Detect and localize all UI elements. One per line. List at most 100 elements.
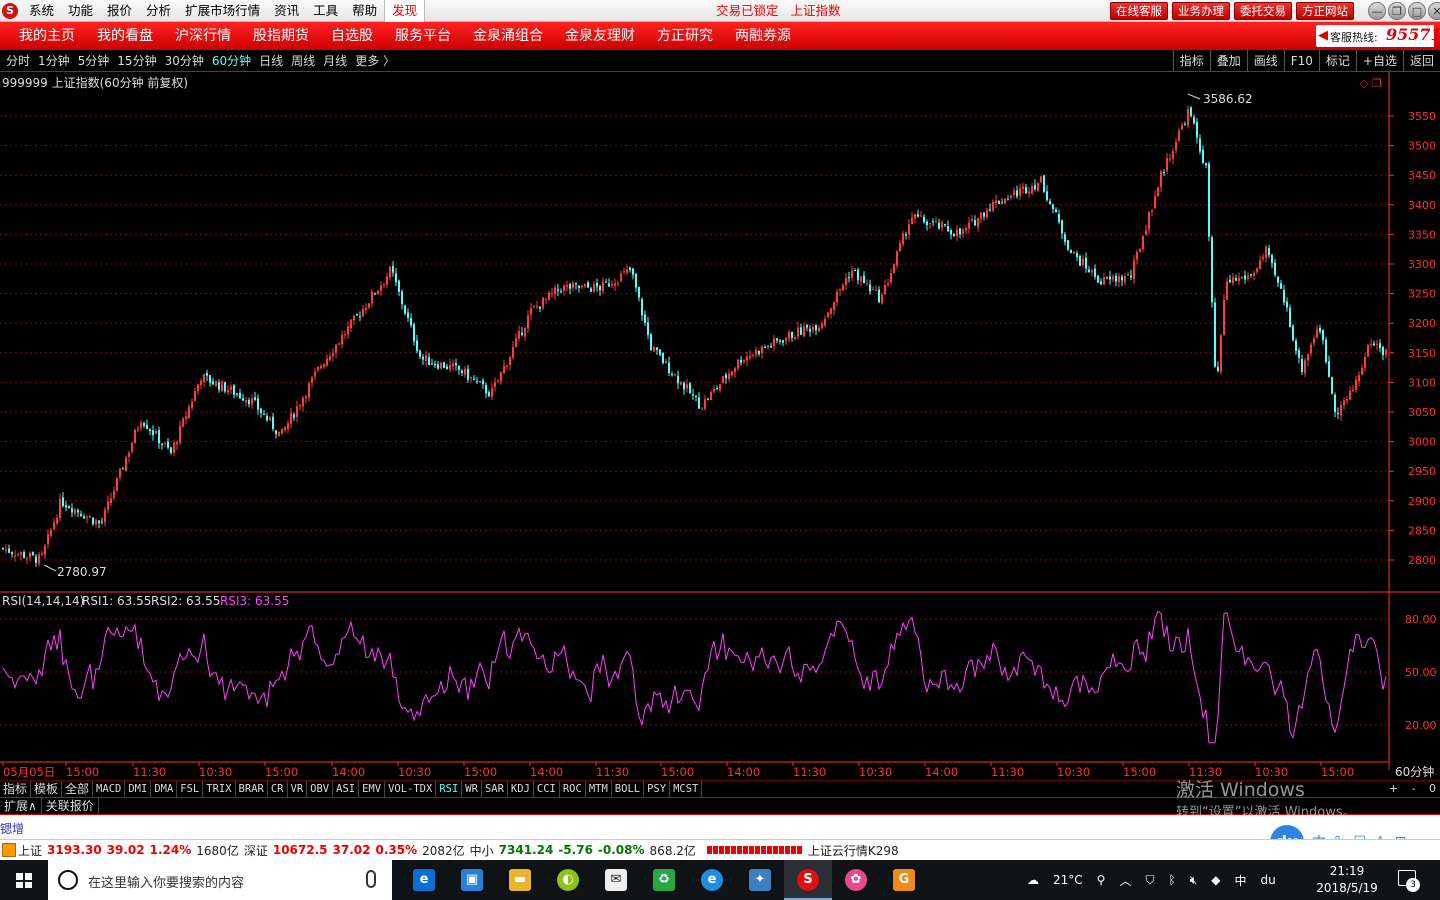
- trade-lock-status[interactable]: 交易已锁定: [716, 3, 779, 18]
- nav-sh-sz-quotes[interactable]: 沪深行情: [164, 22, 242, 50]
- baidu-tray-icon[interactable]: du: [1261, 873, 1276, 887]
- nav-my-home[interactable]: 我的主页: [8, 22, 86, 50]
- menu-analysis[interactable]: 分析: [139, 0, 178, 22]
- period-monthly[interactable]: 月线: [319, 50, 351, 72]
- tool-back[interactable]: 返回: [1402, 50, 1440, 72]
- taskbar-app-store[interactable]: ▣: [448, 860, 496, 900]
- period-15min[interactable]: 15分钟: [113, 50, 160, 72]
- ind-tab-psy[interactable]: PSY: [644, 781, 671, 797]
- ind-tab-mcst[interactable]: MCST: [670, 781, 703, 797]
- ind-tab-asi[interactable]: ASI: [333, 781, 360, 797]
- ind-tab-cci[interactable]: CCI: [534, 781, 560, 797]
- maximize-button[interactable]: □: [1408, 2, 1426, 20]
- restore-button[interactable]: ❐: [1388, 2, 1406, 20]
- menu-quote[interactable]: 报价: [100, 0, 139, 22]
- ind-tab-trix[interactable]: TRIX: [203, 781, 236, 797]
- period-more[interactable]: 更多 〉: [351, 50, 399, 72]
- period-timeshare[interactable]: 分时: [2, 50, 34, 72]
- zoom-reset-button[interactable]: 0: [1429, 782, 1436, 795]
- trade-button[interactable]: 委托交易: [1234, 2, 1292, 20]
- network-icon[interactable]: ◆: [1211, 873, 1220, 887]
- bluetooth-icon[interactable]: ᛒ: [1168, 873, 1175, 887]
- nav-finance[interactable]: 金泉友理财: [554, 22, 646, 50]
- menu-help[interactable]: 帮助: [345, 0, 384, 22]
- microphone-icon[interactable]: [366, 870, 376, 888]
- ind-tab-indicator[interactable]: 指标: [0, 781, 32, 797]
- kline-chart[interactable]: 2800 2850 2900 2950 3000 3050 3100 3150 3200 3250…: [0, 72, 1440, 782]
- taskbar-app-360[interactable]: ◐: [544, 860, 592, 900]
- zoom-in-button[interactable]: +: [1389, 782, 1398, 795]
- tool-mark[interactable]: 标记: [1318, 50, 1356, 72]
- taskbar-app-founder[interactable]: S: [784, 860, 832, 900]
- tool-f10[interactable]: F10: [1283, 50, 1319, 72]
- ind-tab-kdj[interactable]: KDJ: [508, 781, 534, 797]
- ind-tab-roc[interactable]: ROC: [560, 781, 586, 797]
- taskbar-app-edge[interactable]: e: [400, 860, 448, 900]
- menu-discover[interactable]: 发现: [384, 0, 426, 22]
- nav-research[interactable]: 方正研究: [646, 22, 724, 50]
- taskbar-search-box[interactable]: 在这里输入你要搜索的内容: [48, 860, 392, 900]
- taskbar-clock[interactable]: 21:19 2018/5/19: [1312, 863, 1382, 897]
- tool-draw-line[interactable]: 画线: [1246, 50, 1284, 72]
- menu-tools[interactable]: 工具: [306, 0, 345, 22]
- nav-margin-source[interactable]: 两融券源: [724, 22, 802, 50]
- ind-tab-dma[interactable]: DMA: [151, 781, 178, 797]
- taskbar-app-network[interactable]: ✦: [736, 860, 784, 900]
- tool-overlay[interactable]: 叠加: [1209, 50, 1247, 72]
- taskbar-app-ie[interactable]: e: [688, 860, 736, 900]
- nav-index-futures[interactable]: 股指期货: [242, 22, 320, 50]
- taskbar-app-pdf[interactable]: G: [880, 860, 928, 900]
- ime-language-indicator[interactable]: 中: [1234, 872, 1246, 889]
- ind-tab-brar[interactable]: BRAR: [236, 781, 268, 797]
- volume-muted-icon[interactable]: 🔇︎: [1190, 873, 1198, 888]
- ext-tab-related-quotes[interactable]: 关联报价: [42, 798, 99, 814]
- shield-icon[interactable]: ⛉: [1145, 873, 1154, 888]
- ind-tab-mtm[interactable]: MTM: [586, 781, 612, 797]
- ind-tab-obv[interactable]: OBV: [307, 781, 334, 797]
- ind-tab-fsl[interactable]: FSL: [177, 781, 204, 797]
- zoom-out-button[interactable]: -: [1412, 782, 1416, 795]
- period-60min[interactable]: 60分钟: [208, 50, 255, 72]
- ind-tab-sar[interactable]: SAR: [482, 781, 508, 797]
- ind-tab-dmi[interactable]: DMI: [125, 781, 152, 797]
- taskbar-app-explorer[interactable]: ▬: [496, 860, 544, 900]
- close-button[interactable]: ✕: [1428, 2, 1440, 20]
- taskbar-app-mail[interactable]: ✉: [592, 860, 640, 900]
- period-30min[interactable]: 30分钟: [161, 50, 208, 72]
- nav-my-watch[interactable]: 我的看盘: [86, 22, 164, 50]
- weather-temperature[interactable]: 21°C: [1053, 873, 1083, 887]
- ind-tab-vr[interactable]: VR: [288, 781, 308, 797]
- menu-function[interactable]: 功能: [61, 0, 100, 22]
- ind-tab-all[interactable]: 全部: [62, 781, 94, 797]
- hotline-badge[interactable]: ◀ 客服热线: 95571: [1316, 25, 1440, 47]
- people-icon[interactable]: ⚲: [1097, 873, 1106, 887]
- period-daily[interactable]: 日线: [255, 50, 287, 72]
- taskbar-app-recycle[interactable]: ♻: [640, 860, 688, 900]
- scroll-news-text[interactable]: 锶增: [0, 820, 24, 837]
- start-button[interactable]: [0, 860, 48, 900]
- chart-pin-icon[interactable]: ◇ ❐: [1360, 77, 1382, 90]
- nav-portfolio[interactable]: 金泉涌组合: [462, 22, 554, 50]
- nav-service-platform[interactable]: 服务平台: [384, 22, 462, 50]
- weather-icon[interactable]: ☁: [1027, 873, 1039, 887]
- ind-tab-wr[interactable]: WR: [462, 781, 482, 797]
- website-button[interactable]: 方正网站: [1296, 2, 1354, 20]
- menu-news[interactable]: 资讯: [267, 0, 306, 22]
- minimize-button[interactable]: —: [1368, 2, 1386, 20]
- period-weekly[interactable]: 周线: [287, 50, 319, 72]
- menu-system[interactable]: 系统: [22, 0, 61, 22]
- ind-tab-rsi[interactable]: RSI: [436, 781, 463, 797]
- chevron-up-icon[interactable]: ︿: [1119, 872, 1131, 889]
- business-button[interactable]: 业务办理: [1172, 2, 1230, 20]
- ext-tab-expand[interactable]: 扩展∧: [0, 798, 42, 814]
- tool-indicator[interactable]: 指标: [1172, 50, 1210, 72]
- ind-tab-emv[interactable]: EMV: [359, 781, 386, 797]
- tool-add-watchlist[interactable]: +自选: [1355, 50, 1403, 72]
- ind-tab-vol-tdx[interactable]: VOL-TDX: [385, 781, 437, 797]
- ind-tab-cr[interactable]: CR: [268, 781, 288, 797]
- menu-ext-market[interactable]: 扩展市场行情: [178, 0, 267, 22]
- ind-tab-macd[interactable]: MACD: [93, 781, 126, 797]
- nav-watchlist[interactable]: 自选股: [320, 22, 384, 50]
- taskbar-app-photos[interactable]: ✿: [832, 860, 880, 900]
- period-5min[interactable]: 5分钟: [74, 50, 114, 72]
